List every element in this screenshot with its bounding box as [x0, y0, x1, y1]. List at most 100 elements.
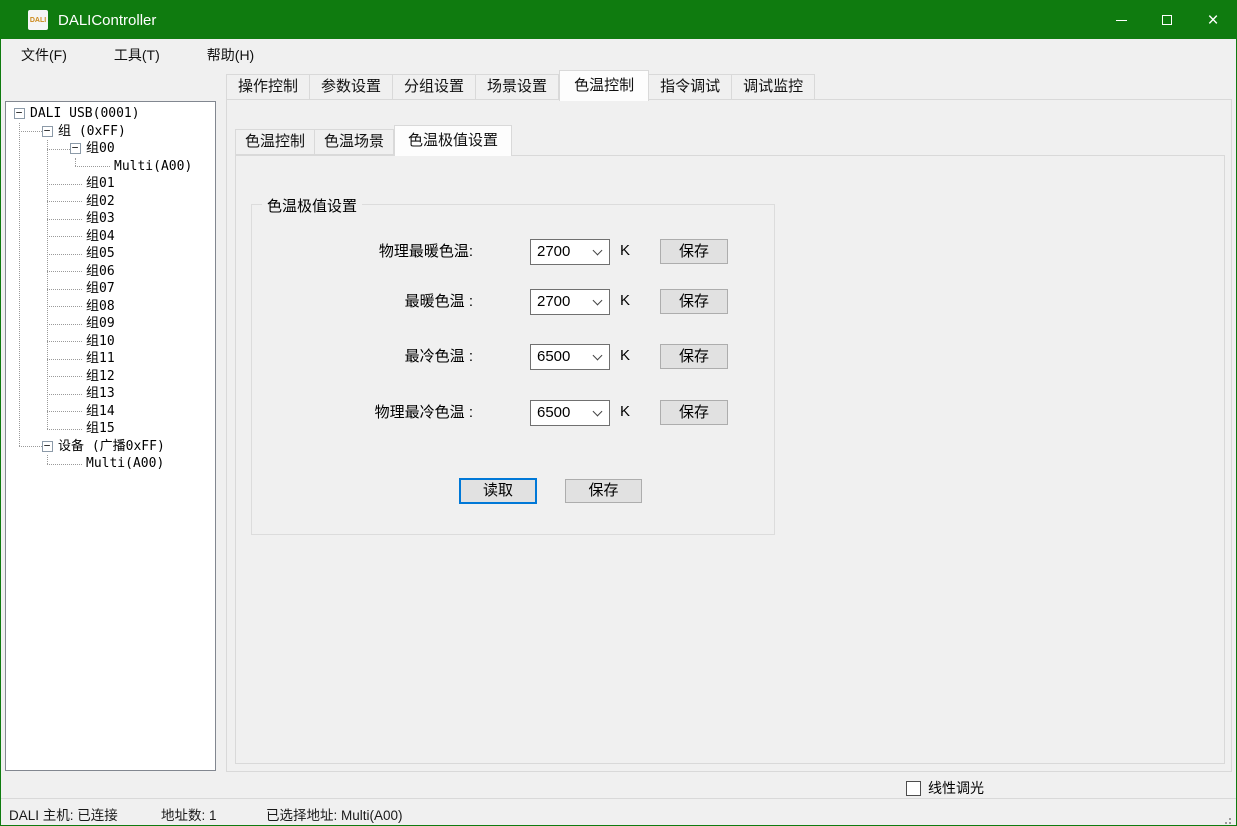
status-item-2: 已选择地址: Multi(A00) [266, 804, 403, 824]
temp-combobox-3[interactable]: 6500 [530, 400, 610, 426]
row-save-button-1[interactable]: 保存 [660, 289, 728, 314]
tree-item-label: 组05 [86, 246, 115, 262]
row-save-button-2[interactable]: 保存 [660, 344, 728, 369]
temp-combobox-2[interactable]: 6500 [530, 344, 610, 370]
tree-item-label: 组13 [86, 386, 115, 402]
chevron-down-icon [593, 296, 603, 306]
tree-item-label: 组02 [86, 194, 115, 210]
tree-item[interactable]: Multi(A00) [6, 455, 215, 473]
tree-connector [47, 455, 48, 464]
main-tab-1[interactable]: 参数设置 [310, 74, 393, 100]
tree-connector [19, 123, 20, 447]
tree-item-label: 组10 [86, 334, 115, 350]
tree-item-label: 设备 (广播0xFF) [58, 439, 165, 455]
tree-item[interactable]: Multi(A00) [6, 158, 215, 176]
tree-item-label: 组15 [86, 421, 115, 437]
tree-item[interactable]: 组04 [6, 228, 215, 246]
main-tab-2[interactable]: 分组设置 [393, 74, 476, 100]
tree-item[interactable]: 组13 [6, 385, 215, 403]
temp-label-2: 最冷色温 : [252, 343, 473, 371]
color-temp-limits-groupbox: 色温极值设置 物理最暖色温:2700K保存最暖色温 :2700K保存最冷色温 :… [251, 204, 775, 535]
tree-item[interactable]: 组08 [6, 298, 215, 316]
menu-item-0[interactable]: 文件(F) [9, 40, 79, 70]
main-tabstrip: 操作控制参数设置分组设置场景设置色温控制指令调试调试监控 [226, 73, 815, 100]
tree-item[interactable]: 组07 [6, 280, 215, 298]
checkbox-label: 线性调光 [928, 778, 984, 798]
tree-item-label: 组08 [86, 299, 115, 315]
tree-connector [47, 359, 82, 360]
tree-connector [47, 464, 82, 465]
tree-item[interactable]: 组03 [6, 210, 215, 228]
tree-connector [47, 324, 82, 325]
minimize-button[interactable] [1098, 1, 1144, 39]
main-tab-4[interactable]: 色温控制 [559, 70, 649, 101]
close-icon: × [1207, 11, 1218, 30]
menu-item-1[interactable]: 工具(T) [102, 40, 172, 70]
tree-item-label: Multi(A00) [114, 159, 192, 175]
maximize-button[interactable] [1144, 1, 1190, 39]
temp-label-1: 最暖色温 : [252, 288, 473, 316]
tree-connector [47, 236, 82, 237]
window-title: DALIController [58, 12, 156, 29]
tree-item[interactable]: 组11 [6, 350, 215, 368]
maximize-icon [1162, 15, 1172, 25]
tree-item[interactable]: 组14 [6, 403, 215, 421]
sub-tab-0[interactable]: 色温控制 [235, 129, 315, 155]
tree-connector [75, 166, 110, 167]
main-tab-5[interactable]: 指令调试 [649, 74, 732, 100]
main-tab-3[interactable]: 场景设置 [476, 74, 559, 100]
tree-connector [47, 149, 70, 150]
row-save-button-0[interactable]: 保存 [660, 239, 728, 264]
read-button[interactable]: 读取 [459, 478, 537, 504]
window-controls: × [1098, 1, 1236, 39]
unit-label: K [620, 288, 630, 314]
groupbox-title: 色温极值设置 [262, 195, 362, 216]
tree-item[interactable]: 组05 [6, 245, 215, 263]
tree-item[interactable]: 组15 [6, 420, 215, 438]
status-item-0: DALI 主机: 已连接 [9, 804, 118, 824]
main-tab-0[interactable]: 操作控制 [226, 74, 310, 100]
minimize-icon [1116, 20, 1127, 21]
device-tree-panel: −DALI USB(0001)−组 (0xFF)−组00Multi(A00)组0… [5, 101, 216, 771]
combo-value: 6500 [537, 404, 570, 421]
tree-item[interactable]: −DALI USB(0001) [6, 105, 215, 123]
tree-expander-icon[interactable]: − [14, 108, 25, 119]
tree-item-label: 组14 [86, 404, 115, 420]
tree-item[interactable]: 组02 [6, 193, 215, 211]
tree-item-label: 组00 [86, 141, 115, 157]
chevron-down-icon [593, 246, 603, 256]
close-button[interactable]: × [1190, 1, 1236, 39]
save-all-button[interactable]: 保存 [565, 479, 642, 503]
app-icon: DALI [28, 10, 48, 30]
tree-connector [47, 429, 82, 430]
titlebar: DALI DALIController × [1, 1, 1236, 39]
tree-connector [47, 184, 82, 185]
tree-item[interactable]: 组09 [6, 315, 215, 333]
tree-item-label: 组01 [86, 176, 115, 192]
unit-label: K [620, 238, 630, 264]
tree-expander-icon[interactable]: − [70, 143, 81, 154]
temp-combobox-0[interactable]: 2700 [530, 239, 610, 265]
tree-item[interactable]: 组06 [6, 263, 215, 281]
menubar: 文件(F) 工具(T) 帮助(H) [1, 39, 1236, 71]
tree-item-label: 组12 [86, 369, 115, 385]
row-save-button-3[interactable]: 保存 [660, 400, 728, 425]
menu-item-2[interactable]: 帮助(H) [195, 40, 266, 70]
tree-expander-icon[interactable]: − [42, 441, 53, 452]
main-tab-6[interactable]: 调试监控 [732, 74, 815, 100]
sub-tab-2[interactable]: 色温极值设置 [394, 125, 512, 156]
resize-grip[interactable] [1229, 818, 1231, 820]
sub-tab-page: 色温极值设置 物理最暖色温:2700K保存最暖色温 :2700K保存最冷色温 :… [235, 155, 1225, 764]
tree-item[interactable]: 组01 [6, 175, 215, 193]
tree-item[interactable]: 组12 [6, 368, 215, 386]
tree-item-label: 组04 [86, 229, 115, 245]
tree-item[interactable]: −组00 [6, 140, 215, 158]
tree-connector [47, 140, 48, 429]
temp-setting-row: 最冷色温 :6500K保存 [252, 343, 774, 371]
sub-tab-1[interactable]: 色温场景 [315, 129, 394, 155]
tree-expander-icon[interactable]: − [42, 126, 53, 137]
linear-dimming-checkbox[interactable]: 线性调光 [906, 779, 984, 797]
tree-item[interactable]: 组10 [6, 333, 215, 351]
tree-connector [19, 446, 42, 447]
temp-combobox-1[interactable]: 2700 [530, 289, 610, 315]
